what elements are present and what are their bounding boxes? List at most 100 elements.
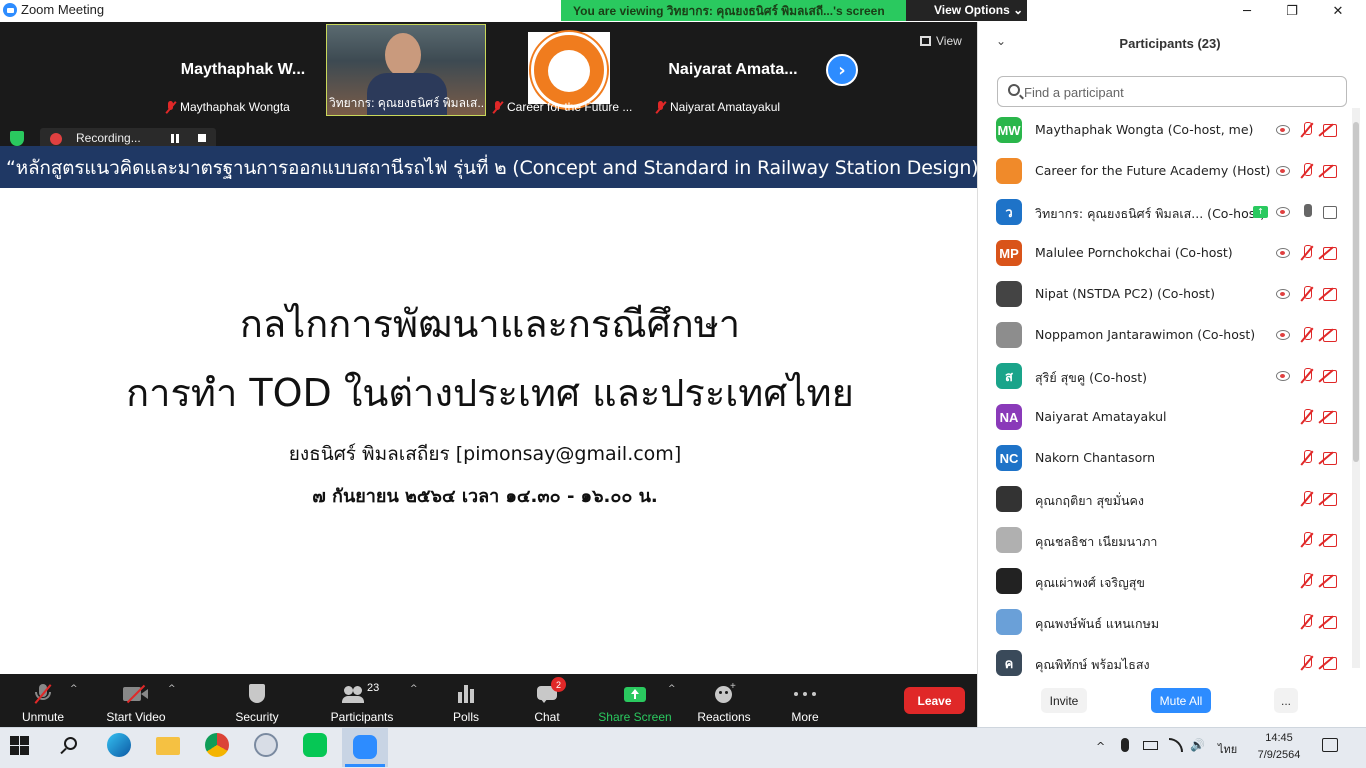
video-on-icon[interactable] [1323, 205, 1340, 219]
video-off-icon[interactable] [1323, 451, 1340, 465]
video-options-caret[interactable]: ^ [168, 684, 178, 694]
video-off-icon[interactable] [1323, 164, 1340, 178]
video-tile[interactable]: Maythaphak W... Maythaphak Wongta [163, 24, 323, 116]
input-language-indicator[interactable]: ไทย [1218, 740, 1237, 758]
participant-row[interactable]: Nipat (NSTDA PC2) (Co-host) [985, 274, 1350, 315]
tile-label: Career for the Future ... [492, 100, 632, 114]
participant-row[interactable]: คุณชลธิชา เนียมนาภา [985, 520, 1350, 561]
file-explorer-icon[interactable] [156, 733, 182, 759]
microphone-tray-icon[interactable] [1121, 738, 1129, 752]
video-off-icon[interactable] [1323, 492, 1340, 506]
tile-label-text: Maythaphak Wongta [180, 100, 290, 114]
participant-row[interactable]: ค คุณพิทักษ์ พร้อมไธสง [985, 643, 1350, 684]
tile-label-text: วิทยากร: คุณยงธนิศร์ พิมลเส... [329, 96, 484, 110]
mic-on-icon[interactable] [1300, 204, 1314, 220]
pause-recording-icon[interactable] [171, 134, 179, 143]
panel-more-button[interactable]: ... [1274, 688, 1298, 713]
mic-muted-icon[interactable] [1300, 655, 1314, 671]
video-off-icon[interactable] [1323, 328, 1340, 342]
minimize-button[interactable]: ─ [1224, 0, 1270, 22]
mic-muted-icon[interactable] [1300, 532, 1314, 548]
close-button[interactable]: ✕ [1315, 0, 1361, 22]
mic-muted-icon[interactable] [1300, 286, 1314, 302]
cloud-recording-icon [50, 133, 62, 145]
edge-browser-icon[interactable] [107, 733, 133, 759]
participant-row[interactable]: MP Malulee Pornchokchai (Co-host) [985, 233, 1350, 274]
video-off-icon[interactable] [1323, 246, 1340, 260]
mic-muted-icon[interactable] [1300, 614, 1314, 630]
encryption-shield-icon[interactable] [10, 131, 24, 146]
participant-row[interactable]: Career for the Future Academy (Host) [985, 151, 1350, 192]
search-taskbar-icon[interactable] [60, 737, 78, 755]
avatar [996, 281, 1022, 307]
clock-date[interactable]: 7/9/2564 [1254, 749, 1304, 761]
participant-row[interactable]: คุณเผ่าพงศ์ เจริญสุข [985, 561, 1350, 602]
clock-time[interactable]: 14:45 [1257, 732, 1301, 744]
participant-name: Nipat (NSTDA PC2) (Co-host) [1035, 286, 1215, 301]
participant-row[interactable]: ว วิทยากร: คุณยงธนิศร์ พิมลเส... (Co-host… [985, 192, 1350, 233]
video-tile[interactable]: Career for the Future ... [490, 24, 650, 116]
view-layout-button[interactable]: View [920, 34, 962, 48]
video-tile-speaker[interactable]: วิทยากร: คุณยงธนิศร์ พิมลเส... [326, 24, 486, 116]
stop-recording-icon[interactable] [198, 134, 206, 142]
participants-options-caret[interactable]: ^ [410, 684, 420, 694]
chrome-browser-icon[interactable] [205, 733, 231, 759]
unmute-button[interactable]: Unmute [18, 678, 68, 724]
mic-muted-icon[interactable] [1300, 368, 1314, 384]
mic-muted-icon[interactable] [1300, 450, 1314, 466]
battery-icon[interactable] [1143, 741, 1158, 750]
line-app-icon[interactable] [303, 733, 329, 759]
participant-name: คุณชลธิชา เนียมนาภา [1035, 534, 1158, 549]
mic-muted-icon[interactable] [1300, 327, 1314, 343]
video-off-icon[interactable] [1323, 369, 1340, 383]
avatar [996, 609, 1022, 635]
mic-muted-icon[interactable] [1300, 491, 1314, 507]
video-off-icon[interactable] [1323, 656, 1340, 670]
video-tile[interactable]: Naiyarat Amata... Naiyarat Amatayakul [653, 24, 813, 116]
participant-row[interactable]: คุณกฤติยา สุขมั่นคง [985, 479, 1350, 520]
paint-app-icon[interactable] [254, 733, 280, 759]
mic-muted-icon[interactable] [1300, 122, 1314, 138]
reactions-button[interactable]: + Reactions [696, 678, 752, 724]
security-button[interactable]: Security [232, 678, 282, 724]
next-page-arrow-icon[interactable]: › [826, 54, 858, 86]
start-video-button[interactable]: Start Video [103, 678, 169, 724]
participant-row[interactable]: MW Maythaphak Wongta (Co-host, me) [985, 110, 1350, 151]
zoom-taskbar-active[interactable] [342, 728, 388, 767]
more-button[interactable]: More [785, 678, 825, 724]
mic-muted-icon[interactable] [1300, 163, 1314, 179]
maximize-button[interactable]: ❐ [1269, 0, 1315, 22]
volume-icon[interactable]: 🔊 [1190, 738, 1205, 752]
view-options-button[interactable]: View Options ⌄ [906, 0, 1027, 21]
speaker-face [385, 33, 421, 77]
audio-options-caret[interactable]: ^ [70, 684, 80, 694]
share-screen-button[interactable]: Share Screen [598, 678, 672, 724]
participant-name: Nakorn Chantasorn [1035, 450, 1156, 465]
mic-muted-icon[interactable] [1300, 245, 1314, 261]
participant-row[interactable]: NA Naiyarat Amatayakul [985, 397, 1350, 438]
notifications-icon[interactable] [1322, 738, 1338, 752]
participants-button[interactable]: 23 Participants [328, 678, 396, 724]
mic-muted-icon[interactable] [1300, 409, 1314, 425]
participant-search-input[interactable] [1024, 83, 1334, 101]
participant-row[interactable]: NC Nakorn Chantasorn [985, 438, 1350, 479]
video-off-icon[interactable] [1323, 615, 1340, 629]
tray-overflow-icon[interactable]: ^ [1096, 740, 1105, 753]
invite-button[interactable]: Invite [1041, 688, 1087, 713]
video-off-icon[interactable] [1323, 123, 1340, 137]
video-off-icon[interactable] [1323, 533, 1340, 547]
share-options-caret[interactable]: ^ [668, 684, 678, 694]
collapse-panel-icon[interactable]: ⌄ [996, 34, 1006, 48]
video-off-icon[interactable] [1323, 574, 1340, 588]
mute-all-button[interactable]: Mute All [1151, 688, 1211, 713]
video-off-icon[interactable] [1323, 410, 1340, 424]
video-off-icon[interactable] [1323, 287, 1340, 301]
participant-row[interactable]: ส สุริย์ สุขคู (Co-host) [985, 356, 1350, 397]
scrollbar-thumb[interactable] [1353, 122, 1359, 462]
polls-button[interactable]: Polls [446, 678, 486, 724]
leave-button[interactable]: Leave [904, 687, 965, 714]
participant-row[interactable]: Noppamon Jantarawimon (Co-host) [985, 315, 1350, 356]
windows-start-icon[interactable] [10, 736, 30, 756]
participant-row[interactable]: คุณพงษ์พันธ์ แหนเกษม [985, 602, 1350, 643]
mic-muted-icon[interactable] [1300, 573, 1314, 589]
